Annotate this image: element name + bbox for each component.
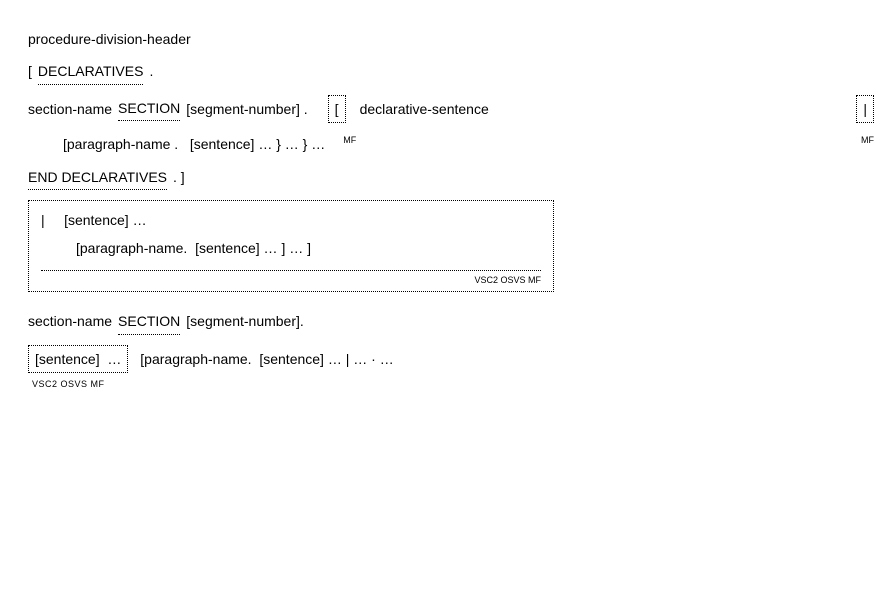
dot: . xyxy=(149,60,153,82)
block-row-sentence: | [sentence] … xyxy=(41,209,541,231)
declaratives-open: [ DECLARATIVES . xyxy=(28,60,874,84)
paragraph-rest: [paragraph-name. [sentence] … | … · … xyxy=(136,348,393,370)
alternative-block: | [sentence] … [paragraph-name. [sentenc… xyxy=(28,200,554,292)
section-keyword-2: SECTION xyxy=(118,310,180,334)
box-bracket: [ xyxy=(335,101,339,117)
segment-number-text: [segment-number] . xyxy=(186,98,307,120)
box-pipe: | xyxy=(863,101,867,117)
mf-annotation-1: MF xyxy=(343,133,356,147)
mf-annotation-2: MF xyxy=(861,133,874,147)
dialects-block-text: VSC2 OSVS MF xyxy=(474,275,541,285)
dotted-sentence-wrapper: [sentence] … VSC2 OSVS MF xyxy=(28,345,128,392)
end-declaratives: END DECLARATIVES . ] xyxy=(28,166,874,190)
bracket-open: [ xyxy=(28,60,32,82)
dialect-annotations-block: VSC2 OSVS MF xyxy=(41,270,541,287)
dialects-under-text: VSC2 OSVS MF xyxy=(32,379,105,389)
dotted-bracket-box-left: [ xyxy=(328,95,346,123)
section-keyword: SECTION xyxy=(118,97,180,121)
section-name-text-2: section-name xyxy=(28,310,112,332)
procedure-division-header: procedure-division-header xyxy=(28,28,191,50)
dotted-bracket-box-right: | xyxy=(856,95,874,123)
sentence-box-text: [sentence] … xyxy=(35,351,121,367)
end-dot: . ] xyxy=(173,166,185,188)
section-line-2: section-name SECTION [segment-number]. xyxy=(28,310,874,334)
end-declaratives-keyword: END DECLARATIVES xyxy=(28,166,167,190)
section-name-text: section-name xyxy=(28,98,112,120)
sentence-paragraph-line: [sentence] … VSC2 OSVS MF [paragraph-nam… xyxy=(28,345,874,392)
paragraph-line: [paragraph-name . [sentence] … } … } … M… xyxy=(28,133,874,155)
section-declarative-line: section-name SECTION [segment-number] . … xyxy=(28,95,874,123)
segment-number-text-2: [segment-number]. xyxy=(186,310,304,332)
block-row-paragraph: [paragraph-name. [sentence] … ] … ] xyxy=(76,237,541,259)
declaratives-keyword: DECLARATIVES xyxy=(38,60,144,84)
paragraph-text: [paragraph-name . [sentence] … } … } … xyxy=(63,133,325,155)
header-line: procedure-division-header xyxy=(28,28,874,50)
declarative-sentence: declarative-sentence xyxy=(360,98,489,120)
dialects-under: VSC2 OSVS MF xyxy=(32,377,128,391)
dotted-sentence-box: [sentence] … xyxy=(28,345,128,373)
